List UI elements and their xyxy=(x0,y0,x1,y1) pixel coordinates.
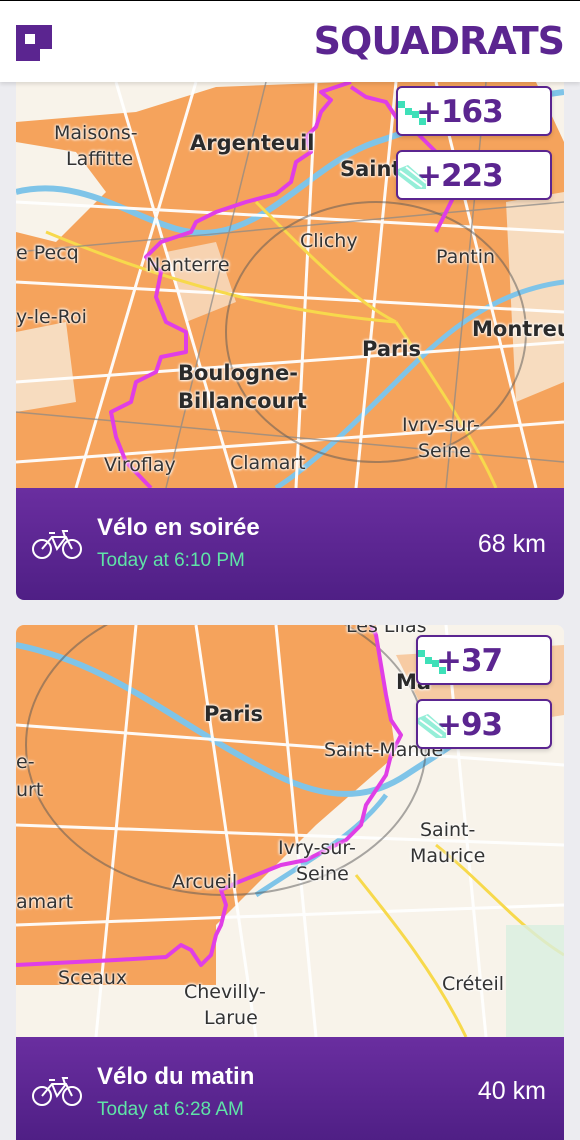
map-label: Viroflay xyxy=(104,454,176,476)
activity-title: Vélo en soirée xyxy=(97,514,260,541)
map-label: Boulogne- xyxy=(178,361,298,385)
squadrats-badge: +93 xyxy=(416,699,552,749)
badge-value: +163 xyxy=(416,94,504,130)
squadrats-badge: +223 xyxy=(396,150,552,200)
activity-time: Today at 6:10 PM xyxy=(97,550,245,571)
map-label: Larue xyxy=(204,1007,258,1029)
map-label: urt xyxy=(16,779,44,801)
map-label: Billancourt xyxy=(178,389,307,413)
map-label: Créteil xyxy=(442,973,505,995)
squadratinhos-badge: +163 xyxy=(396,86,552,136)
app-header: SQUADRATS xyxy=(0,0,580,82)
badge-value: +223 xyxy=(416,158,504,194)
activity-card[interactable]: Les Lilas Paris Ma Saint-Mande e- urt Sa… xyxy=(16,625,564,1140)
map-label: Clichy xyxy=(300,230,358,252)
activity-map[interactable]: Les Lilas Paris Ma Saint-Mande e- urt Sa… xyxy=(16,625,564,1037)
squadratinhos-badge: +37 xyxy=(416,635,552,685)
map-label: Paris xyxy=(204,702,264,726)
map-label: Seine xyxy=(418,440,471,462)
brand-title: SQUADRATS xyxy=(313,19,565,63)
squadrats-logo-icon[interactable] xyxy=(16,25,52,61)
activity-distance: 40 km xyxy=(477,1077,546,1105)
map-label: Pantin xyxy=(436,246,496,268)
activity-title: Vélo du matin xyxy=(97,1063,255,1090)
map-label: Chevilly- xyxy=(184,981,266,1003)
squadratinhos-icon xyxy=(398,101,426,125)
activity-map[interactable]: Maisons- Laffitte Argenteuil Saint e Pec… xyxy=(16,82,564,488)
map-label: Nanterre xyxy=(146,254,230,276)
map-label: amart xyxy=(16,891,74,913)
map-label: Argenteuil xyxy=(190,131,315,155)
bicycle-icon xyxy=(32,530,82,559)
activity-footer: Vélo en soirée Today at 6:10 PM 68 km xyxy=(16,488,564,600)
map-label: Saint- xyxy=(420,819,476,841)
squadratinhos-icon xyxy=(418,650,446,674)
map-label: Clamart xyxy=(230,452,306,474)
bicycle-icon xyxy=(32,1077,82,1106)
activity-distance: 68 km xyxy=(477,530,546,558)
map-label: Montreu xyxy=(472,317,564,341)
map-label: Maisons- xyxy=(54,122,138,144)
map-label: Saint xyxy=(340,157,402,181)
map-label: Maurice xyxy=(410,845,486,867)
map-label: Seine xyxy=(296,863,349,885)
activity-card[interactable]: Maisons- Laffitte Argenteuil Saint e Pec… xyxy=(16,82,564,600)
map-label: Ivry-sur- xyxy=(402,414,480,436)
map-label: Arcueil xyxy=(172,871,238,893)
squadrats-icon xyxy=(418,714,446,738)
activity-footer: Vélo du matin Today at 6:28 AM 40 km xyxy=(16,1037,564,1140)
map-label: Les Lilas xyxy=(346,625,427,637)
map-label: Laffitte xyxy=(66,148,134,170)
map-label: y-le-Roi xyxy=(16,306,87,328)
map-label: e Pecq xyxy=(16,242,79,264)
map-label: Ivry-sur- xyxy=(278,837,356,859)
map-label: Sceaux xyxy=(58,967,128,989)
map-label: Paris xyxy=(362,337,422,361)
activity-time: Today at 6:28 AM xyxy=(97,1099,244,1120)
map-label: e- xyxy=(16,751,35,773)
squadrats-icon xyxy=(398,165,426,189)
